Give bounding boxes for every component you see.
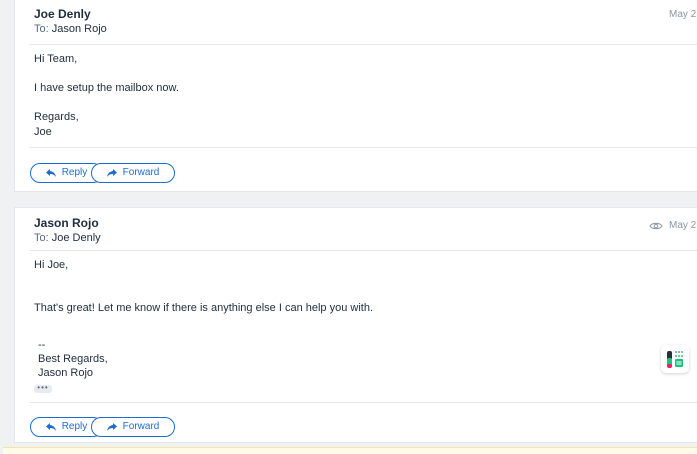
signature-line: Best Regards, — [38, 353, 108, 365]
body-line: I have setup the mailbox now. — [34, 82, 179, 94]
to-label: To: — [34, 232, 49, 244]
body-line: Hi Joe, — [34, 259, 69, 271]
forward-label: Forward — [122, 167, 160, 178]
show-more-button[interactable]: ••• — [34, 384, 52, 393]
widget-icon — [667, 351, 683, 368]
eye-icon — [649, 222, 663, 230]
recipient-name: Jason Rojo — [51, 23, 107, 35]
recipient-name: Joe Denly — [51, 232, 101, 244]
message-date: May 2 — [669, 220, 697, 231]
sender-name: Joe Denly — [34, 7, 91, 21]
signature-line: Jason Rojo — [38, 367, 94, 379]
to-label: To: — [34, 23, 49, 35]
forward-icon — [106, 423, 117, 431]
email-message: Joe Denly To: Jason Rojo May 2 Hi Team, … — [14, 0, 697, 192]
reply-label: Reply — [61, 421, 88, 432]
divider — [29, 44, 697, 45]
email-message: Jason Rojo To: Joe Denly May 2 Hi Joe, T… — [14, 207, 697, 443]
forward-label: Forward — [122, 421, 160, 432]
forward-button[interactable]: Forward — [91, 417, 175, 437]
recipient-line: To: Joe Denly — [34, 232, 101, 244]
floating-widget-button[interactable] — [661, 345, 689, 373]
reply-icon — [45, 169, 56, 177]
forward-button[interactable]: Forward — [91, 163, 175, 183]
reply-label: Reply — [61, 167, 88, 178]
sender-name: Jason Rojo — [34, 216, 99, 230]
body-line: Regards, — [34, 111, 79, 123]
divider — [29, 250, 697, 251]
reply-icon — [45, 423, 56, 431]
body-line: Hi Team, — [34, 53, 78, 65]
recipient-line: To: Jason Rojo — [34, 23, 107, 35]
body-line: That's great! Let me know if there is an… — [34, 302, 374, 314]
message-date: May 2 — [669, 9, 697, 20]
forward-icon — [106, 169, 117, 177]
body-line: Joe — [34, 126, 52, 138]
divider — [29, 402, 697, 403]
divider — [29, 147, 697, 148]
signature-line: -- — [38, 339, 46, 351]
